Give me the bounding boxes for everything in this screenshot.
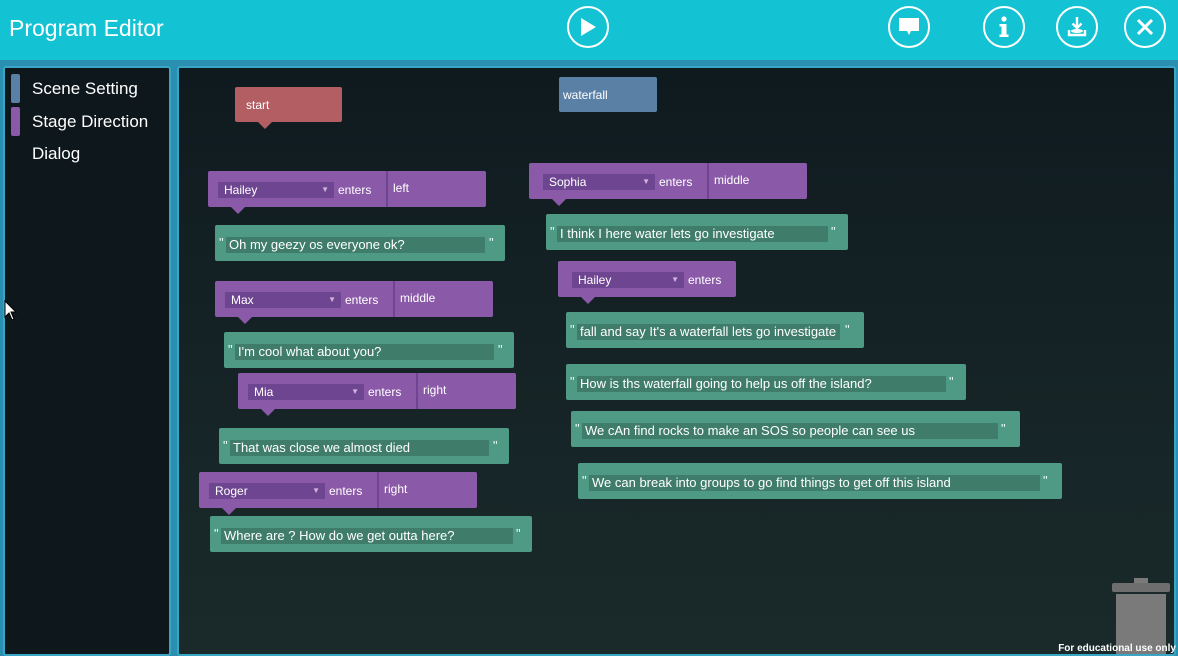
dialog-block[interactable]: " That was close we almost died " — [219, 428, 509, 464]
dialog-text-field[interactable]: We cAn find rocks to make an SOS so peop… — [582, 423, 998, 439]
dialog-block[interactable]: " fall and say It's a waterfall lets go … — [566, 312, 864, 348]
stage-block[interactable]: Hailey ▼ enters left — [208, 171, 486, 207]
dialog-block[interactable]: " Where are ? How do we get outta here? … — [210, 516, 532, 552]
category-color-swatch — [11, 139, 20, 168]
close-icon — [1136, 18, 1154, 36]
close-quote: " — [1001, 421, 1006, 436]
start-block[interactable]: start — [235, 87, 342, 122]
close-quote: " — [845, 322, 850, 337]
scene-label: waterfall — [563, 88, 608, 102]
dialog-text-field[interactable]: How is ths waterfall going to help us of… — [577, 376, 946, 392]
enters-label: enters — [345, 293, 379, 307]
play-button[interactable] — [567, 6, 609, 48]
close-button[interactable] — [1124, 6, 1166, 48]
position-slot[interactable]: middle — [393, 281, 492, 317]
chat-button[interactable] — [888, 6, 930, 48]
dialog-text-field[interactable]: We can break into groups to go find thin… — [589, 475, 1040, 491]
dialog-block[interactable]: " I'm cool what about you? " — [224, 332, 514, 368]
mouse-cursor-icon — [4, 299, 18, 327]
category-sidebar: Scene Setting Stage Direction Dialog — [3, 66, 171, 656]
stage-block[interactable]: Hailey ▼ enters — [558, 261, 736, 297]
info-icon — [999, 16, 1009, 37]
stage-block[interactable]: Roger ▼ enters right — [199, 472, 477, 508]
footer-notice: For educational use only — [1058, 643, 1176, 654]
dialog-text-field[interactable]: That was close we almost died — [230, 440, 489, 456]
open-quote: " — [223, 438, 228, 453]
stage-block[interactable]: Sophia ▼ enters middle — [529, 163, 807, 199]
character-dropdown[interactable]: Mia ▼ — [248, 384, 364, 400]
category-label: Stage Direction — [32, 111, 149, 131]
enters-label: enters — [659, 175, 693, 189]
dialog-text-field[interactable]: I think I here water lets go investigate — [557, 226, 828, 242]
close-quote: " — [949, 374, 954, 389]
close-quote: " — [489, 235, 494, 250]
block-workspace[interactable]: start waterfall Hailey ▼ enters left " Oh… — [177, 66, 1176, 656]
character-dropdown[interactable]: Hailey ▼ — [572, 272, 684, 288]
position-slot[interactable]: middle — [707, 163, 806, 199]
chat-icon — [899, 18, 919, 35]
enters-label: enters — [338, 183, 372, 197]
save-button[interactable] — [1056, 6, 1098, 48]
dialog-text-field[interactable]: Oh my geezy os everyone ok? — [226, 237, 485, 253]
start-label: start — [246, 98, 270, 112]
category-label: Scene Setting — [32, 78, 138, 98]
close-quote: " — [1043, 473, 1048, 488]
stage-block[interactable]: Mia ▼ enters right — [238, 373, 516, 409]
dialog-block[interactable]: " We can break into groups to go find th… — [578, 463, 1062, 499]
position-slot[interactable]: right — [377, 472, 476, 508]
info-button[interactable] — [983, 6, 1025, 48]
open-quote: " — [550, 224, 555, 239]
open-quote: " — [570, 322, 575, 337]
category-label: Dialog — [32, 143, 81, 163]
play-icon — [581, 18, 596, 36]
category-stage-direction[interactable]: Stage Direction — [11, 106, 148, 137]
dialog-block[interactable]: " How is ths waterfall going to help us … — [566, 364, 966, 400]
character-dropdown[interactable]: Hailey ▼ — [218, 182, 334, 198]
dialog-text-field[interactable]: fall and say It's a waterfall lets go in… — [577, 324, 840, 340]
enters-label: enters — [688, 273, 722, 287]
close-quote: " — [831, 224, 836, 239]
character-dropdown[interactable]: Max ▼ — [225, 292, 341, 308]
position-slot[interactable]: right — [416, 373, 515, 409]
category-color-swatch — [11, 107, 20, 136]
open-quote: " — [214, 526, 219, 541]
save-icon — [1067, 17, 1087, 37]
open-quote: " — [570, 374, 575, 389]
character-dropdown[interactable]: Sophia ▼ — [543, 174, 655, 190]
open-quote: " — [219, 235, 224, 250]
top-bar: Program Editor — [0, 0, 1178, 60]
scene-block-waterfall[interactable]: waterfall — [559, 77, 657, 112]
app-title: Program Editor — [9, 15, 164, 41]
character-dropdown[interactable]: Roger ▼ — [209, 483, 325, 499]
position-slot[interactable]: left — [386, 171, 485, 207]
stage-block[interactable]: Max ▼ enters middle — [215, 281, 493, 317]
dialog-text-field[interactable]: Where are ? How do we get outta here? — [221, 528, 513, 544]
category-color-swatch — [11, 74, 20, 103]
open-quote: " — [575, 421, 580, 436]
dialog-block[interactable]: " I think I here water lets go investiga… — [546, 214, 848, 250]
dialog-text-field[interactable]: I'm cool what about you? — [235, 344, 494, 360]
close-quote: " — [516, 526, 521, 541]
dialog-block[interactable]: " Oh my geezy os everyone ok? " — [215, 225, 505, 261]
category-dialog[interactable]: Dialog — [11, 138, 80, 169]
open-quote: " — [582, 473, 587, 488]
close-quote: " — [498, 342, 503, 357]
open-quote: " — [228, 342, 233, 357]
enters-label: enters — [368, 385, 402, 399]
category-scene-setting[interactable]: Scene Setting — [11, 73, 138, 104]
dialog-block[interactable]: " We cAn find rocks to make an SOS so pe… — [571, 411, 1020, 447]
enters-label: enters — [329, 484, 363, 498]
close-quote: " — [493, 438, 498, 453]
